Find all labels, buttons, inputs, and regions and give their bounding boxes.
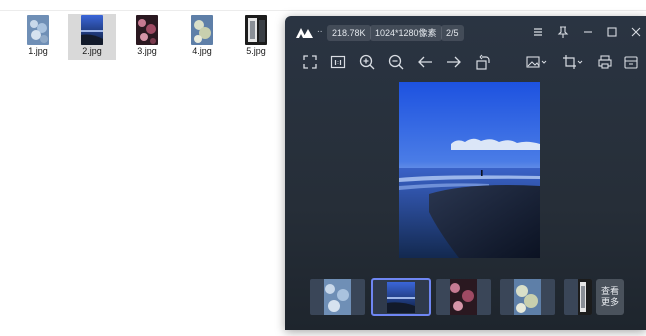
actual-size-icon[interactable]	[329, 53, 347, 71]
previous-icon[interactable]	[416, 53, 434, 71]
viewer-title-bar[interactable]: .. 218.78K 1024*1280像素 2/5	[285, 16, 646, 48]
file-thumbnail	[27, 15, 49, 45]
print-icon[interactable]	[596, 53, 614, 71]
file-name: 3.jpg	[137, 46, 157, 56]
file-name: 1.jpg	[28, 46, 48, 56]
dimensions-badge: 1024*1280像素	[370, 25, 442, 41]
fullscreen-icon[interactable]	[301, 53, 319, 71]
file-item-4[interactable]: 4.jpg	[178, 14, 226, 60]
view-more-button[interactable]: 查看 更多	[596, 279, 624, 315]
thumbnail-5[interactable]	[564, 279, 592, 315]
file-name: 5.jpg	[246, 46, 266, 56]
maximize-icon[interactable]	[604, 24, 620, 40]
minimize-icon[interactable]	[580, 24, 596, 40]
thumbnail-1[interactable]	[310, 279, 365, 315]
app-logo-icon	[295, 25, 315, 39]
menu-icon[interactable]	[530, 24, 546, 40]
file-item-3[interactable]: 3.jpg	[123, 14, 171, 60]
close-icon[interactable]	[628, 24, 644, 40]
thumbnail-3[interactable]	[436, 279, 491, 315]
save-icon[interactable]	[622, 53, 640, 71]
file-size-badge: 218.78K	[327, 25, 371, 41]
title-ellipsis: ..	[317, 24, 323, 35]
file-thumbnail	[191, 15, 213, 45]
file-item-2[interactable]: 2.jpg	[68, 14, 116, 60]
file-thumbnail	[81, 15, 103, 45]
zoom-out-icon[interactable]	[387, 53, 405, 71]
file-thumbnail	[245, 15, 267, 45]
file-name: 4.jpg	[192, 46, 212, 56]
file-thumbnail	[136, 15, 158, 45]
thumbnail-2[interactable]	[371, 278, 431, 316]
image-options-icon[interactable]	[525, 53, 549, 71]
file-item-5[interactable]: 5.jpg	[232, 14, 280, 60]
zoom-in-icon[interactable]	[358, 53, 376, 71]
main-image[interactable]	[399, 82, 540, 258]
file-name: 2.jpg	[82, 46, 102, 56]
image-viewer-window: .. 218.78K 1024*1280像素 2/5 查看 更多	[285, 16, 646, 330]
explorer-top-edge	[0, 0, 646, 11]
next-icon[interactable]	[445, 53, 463, 71]
crop-icon[interactable]	[561, 53, 585, 71]
rotate-icon[interactable]	[474, 53, 492, 71]
file-item-1[interactable]: 1.jpg	[14, 14, 62, 60]
position-badge: 2/5	[441, 25, 464, 41]
pin-icon[interactable]	[555, 24, 571, 40]
thumbnail-4[interactable]	[500, 279, 555, 315]
